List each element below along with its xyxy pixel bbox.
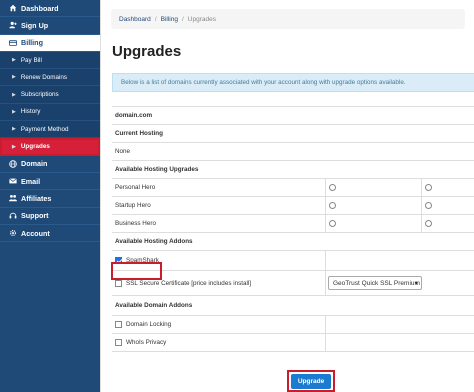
sidebar-subitem-pay-bill[interactable]: ▶ Pay Bill bbox=[0, 51, 100, 70]
section-header: Available Domain Addons bbox=[112, 296, 474, 316]
hosting-option-label: Business Hero bbox=[112, 215, 326, 232]
sidebar-item-account[interactable]: Account bbox=[0, 225, 100, 243]
hosting-option-label: Personal Hero bbox=[112, 179, 326, 196]
section-header: Current Hosting bbox=[112, 125, 474, 143]
chevron-right-icon: ▶ bbox=[12, 57, 16, 64]
ssl-select[interactable]: GeoTrust Quick SSL Premium ▾ bbox=[328, 276, 422, 290]
hosting-addons-label: Available Hosting Addons bbox=[115, 238, 193, 245]
sidebar: Dashboard Sign Up Billing ▶ Pay Bill ▶ R… bbox=[0, 0, 100, 392]
globe-icon bbox=[8, 159, 17, 168]
sidebar-item-affiliates[interactable]: Affiliates bbox=[0, 190, 100, 208]
spamshark-highlight bbox=[111, 262, 162, 280]
sidebar-item-label: Domain bbox=[21, 159, 48, 169]
whois-checkbox[interactable] bbox=[115, 339, 122, 346]
hosting-option-row: Startup Hero bbox=[112, 197, 474, 215]
sidebar-item-dashboard[interactable]: Dashboard bbox=[0, 0, 100, 18]
breadcrumb-billing[interactable]: Billing bbox=[161, 16, 178, 23]
hosting-radio[interactable] bbox=[329, 202, 336, 209]
home-icon bbox=[8, 4, 17, 13]
upgrade-highlight: Upgrade bbox=[287, 370, 335, 392]
chevron-right-icon: ▶ bbox=[12, 126, 16, 133]
affiliates-icon bbox=[8, 194, 17, 203]
ssl-row: SSL Secure Certificate [price includes i… bbox=[112, 271, 474, 296]
sidebar-subitem-label: Subscriptions bbox=[20, 91, 59, 99]
chevron-right-icon: ▶ bbox=[12, 108, 16, 115]
domain-addons-label: Available Domain Addons bbox=[115, 302, 193, 309]
hosting-radio[interactable] bbox=[329, 184, 336, 191]
breadcrumb-separator: / bbox=[154, 15, 157, 23]
domain-name: domain.com bbox=[115, 112, 153, 119]
page-title: Upgrades bbox=[112, 43, 182, 60]
breadcrumb-current: Upgrades bbox=[187, 15, 216, 23]
upgrade-button[interactable]: Upgrade bbox=[291, 373, 331, 389]
current-hosting-value: None bbox=[115, 148, 131, 155]
chevron-right-icon: ▶ bbox=[12, 74, 16, 81]
ssl-checkbox[interactable] bbox=[115, 279, 122, 287]
billing-icon bbox=[8, 38, 17, 47]
chevron-right-icon: ▶ bbox=[12, 143, 16, 150]
hosting-radio[interactable] bbox=[425, 202, 432, 209]
hosting-option-label: Startup Hero bbox=[112, 197, 326, 214]
domain-locking-checkbox[interactable] bbox=[115, 321, 122, 328]
spamshark-row: SpamShark bbox=[112, 251, 474, 271]
hosting-radio[interactable] bbox=[329, 220, 336, 227]
hosting-option-row: Business Hero bbox=[112, 215, 474, 233]
sidebar-item-label: Dashboard bbox=[21, 3, 59, 13]
main-content: Dashboard / Billing / Upgrades Upgrades … bbox=[100, 0, 474, 392]
sidebar-subitem-label: Payment Method bbox=[20, 125, 69, 133]
breadcrumb-separator: / bbox=[181, 15, 184, 23]
sidebar-subitem-label: History bbox=[20, 108, 41, 116]
sidebar-item-label: Billing bbox=[21, 38, 43, 48]
sidebar-item-billing[interactable]: Billing bbox=[0, 34, 100, 52]
sidebar-subitem-subscriptions[interactable]: ▶ Subscriptions bbox=[0, 86, 100, 104]
section-header: Available Hosting Addons bbox=[112, 233, 474, 251]
hosting-radio[interactable] bbox=[425, 184, 432, 191]
section-header: Available Hosting Upgrades bbox=[112, 161, 474, 179]
sidebar-item-sign-up[interactable]: Sign Up bbox=[0, 17, 100, 35]
sidebar-item-label: Support bbox=[21, 211, 49, 221]
available-hosting-label: Available Hosting Upgrades bbox=[115, 166, 199, 173]
sidebar-subitem-label: Upgrades bbox=[20, 143, 50, 151]
email-icon bbox=[8, 177, 17, 186]
sidebar-item-label: Email bbox=[21, 176, 41, 186]
chevron-down-icon: ▾ bbox=[414, 281, 418, 287]
sidebar-subitem-renew-domains[interactable]: ▶ Renew Domains bbox=[0, 69, 100, 87]
sidebar-subitem-label: Renew Domains bbox=[20, 73, 68, 81]
whois-row: WhoIs Privacy bbox=[112, 334, 474, 352]
whois-label: WhoIs Privacy bbox=[126, 339, 167, 346]
signup-icon bbox=[8, 21, 17, 30]
hosting-option-row: Personal Hero bbox=[112, 179, 474, 197]
current-hosting-row: None bbox=[112, 143, 474, 161]
info-text: Below is a list of domains currently ass… bbox=[121, 79, 406, 86]
sidebar-item-label: Sign Up bbox=[21, 20, 49, 30]
account-icon bbox=[8, 229, 17, 238]
sidebar-item-domain[interactable]: Domain bbox=[0, 156, 100, 173]
sidebar-subitem-history[interactable]: ▶ History bbox=[0, 103, 100, 122]
domain-locking-row: Domain Locking bbox=[112, 316, 474, 334]
ssl-select-value: GeoTrust Quick SSL Premium bbox=[333, 279, 420, 287]
sidebar-item-email[interactable]: Email bbox=[0, 173, 100, 191]
hosting-radio[interactable] bbox=[425, 220, 432, 227]
domain-locking-label: Domain Locking bbox=[126, 321, 172, 328]
breadcrumb: Dashboard / Billing / Upgrades bbox=[111, 9, 465, 29]
upgrades-table: domain.com Current Hosting None Availabl… bbox=[112, 106, 474, 352]
sidebar-item-support[interactable]: Support bbox=[0, 208, 100, 225]
ssl-label: SSL Secure Certificate [price includes i… bbox=[126, 279, 252, 287]
sidebar-item-label: Account bbox=[21, 228, 50, 238]
chevron-right-icon: ▶ bbox=[12, 91, 16, 98]
sidebar-subitem-upgrades[interactable]: ▶ Upgrades bbox=[0, 138, 100, 156]
breadcrumb-dashboard[interactable]: Dashboard bbox=[119, 16, 151, 23]
current-hosting-label: Current Hosting bbox=[115, 130, 163, 137]
domain-row: domain.com bbox=[112, 107, 474, 125]
sidebar-subitem-payment-method[interactable]: ▶ Payment Method bbox=[0, 121, 100, 139]
info-alert: Below is a list of domains currently ass… bbox=[112, 73, 474, 92]
sidebar-subitem-label: Pay Bill bbox=[20, 56, 42, 64]
support-icon bbox=[8, 211, 17, 220]
sidebar-item-label: Affiliates bbox=[21, 193, 52, 203]
